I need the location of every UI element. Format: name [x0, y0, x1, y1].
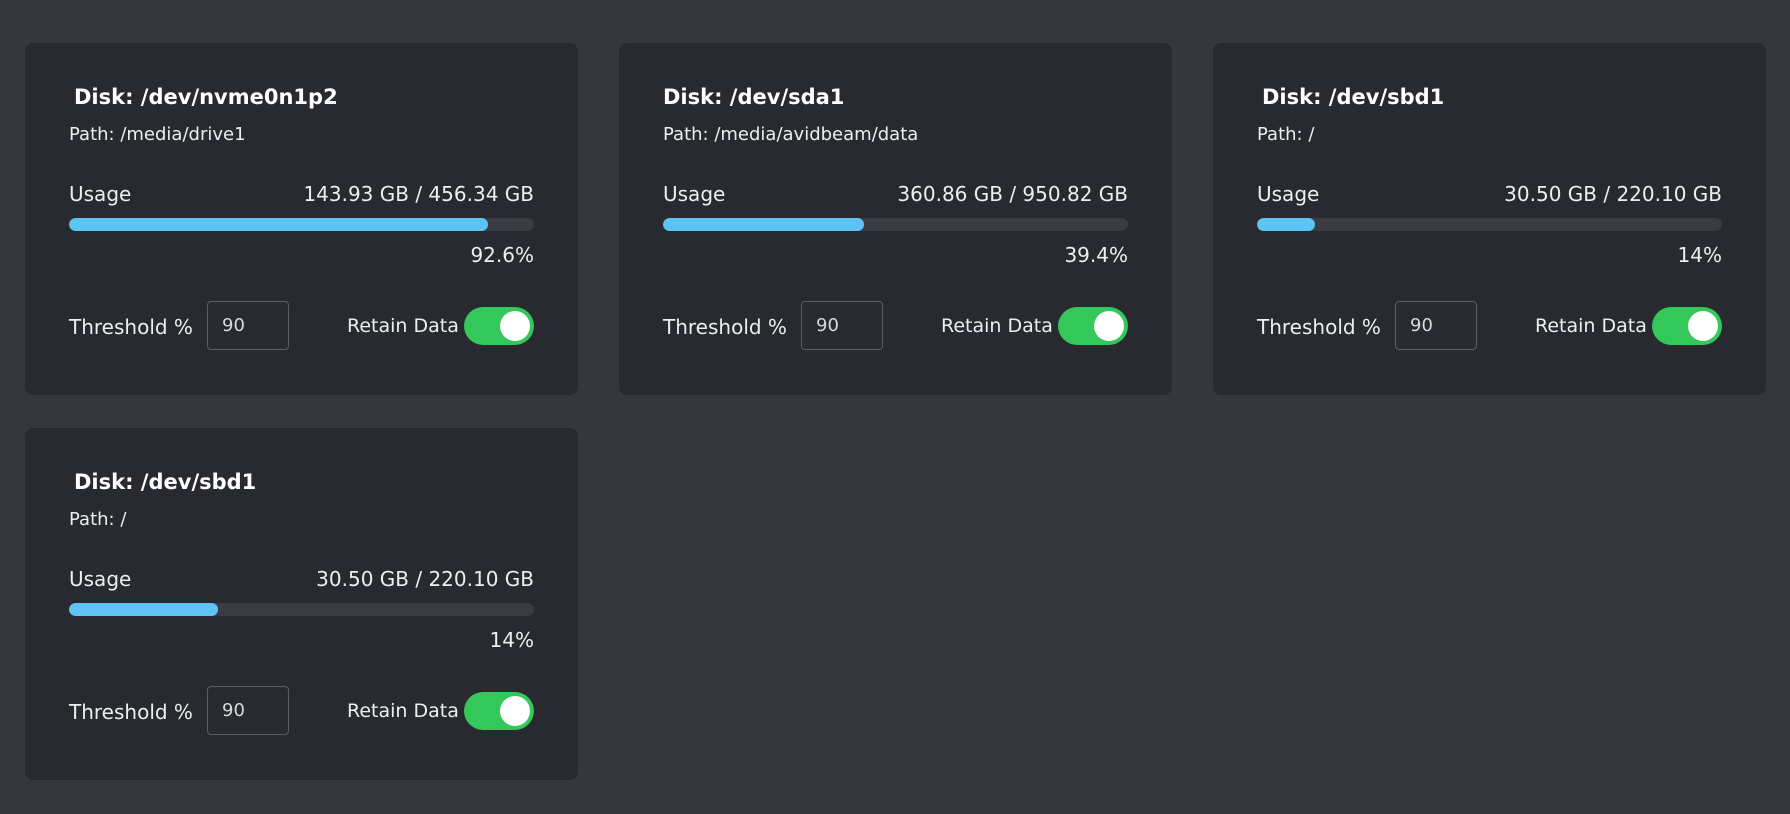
usage-bar-fill [663, 218, 864, 231]
toggle-knob [1094, 311, 1124, 341]
usage-values: 30.50 GB / 220.10 GB [1504, 182, 1722, 206]
usage-bar [1257, 218, 1722, 231]
threshold-input[interactable] [801, 301, 883, 350]
threshold-label: Threshold % [69, 315, 193, 339]
disk-title: Disk: /dev/nvme0n1p2 [74, 85, 338, 109]
threshold-input[interactable] [207, 301, 289, 350]
threshold-label: Threshold % [1257, 315, 1381, 339]
toggle-knob [1688, 311, 1718, 341]
disk-title: Disk: /dev/sbd1 [74, 470, 257, 494]
disk-path: Path: / [1257, 124, 1315, 145]
threshold-label: Threshold % [663, 315, 787, 339]
usage-percent: 39.4% [1064, 243, 1128, 267]
usage-label: Usage [1257, 182, 1320, 206]
disk-card: Disk: /dev/sbd1 Path: / Usage 30.50 GB /… [1213, 43, 1766, 395]
usage-bar [69, 603, 534, 616]
retain-data-label: Retain Data [347, 315, 459, 337]
retain-data-toggle[interactable] [464, 692, 534, 730]
usage-bar-fill [69, 218, 488, 231]
disk-path: Path: / [69, 509, 127, 530]
retain-data-toggle[interactable] [1058, 307, 1128, 345]
toggle-knob [500, 696, 530, 726]
usage-bar [663, 218, 1128, 231]
threshold-label: Threshold % [69, 700, 193, 724]
disk-card: Disk: /dev/nvme0n1p2 Path: /media/drive1… [25, 43, 578, 395]
usage-bar [69, 218, 534, 231]
disk-title: Disk: /dev/sda1 [663, 85, 845, 109]
disk-path: Path: /media/drive1 [69, 124, 246, 145]
toggle-knob [500, 311, 530, 341]
retain-data-label: Retain Data [347, 700, 459, 722]
retain-data-label: Retain Data [1535, 315, 1647, 337]
disk-settings-page: Disk: /dev/nvme0n1p2 Path: /media/drive1… [0, 0, 1790, 814]
usage-percent: 92.6% [470, 243, 534, 267]
usage-bar-fill [69, 603, 218, 616]
usage-values: 360.86 GB / 950.82 GB [897, 182, 1128, 206]
usage-label: Usage [69, 182, 132, 206]
disk-card: Disk: /dev/sbd1 Path: / Usage 30.50 GB /… [25, 428, 578, 780]
usage-percent: 14% [489, 628, 534, 652]
threshold-input[interactable] [207, 686, 289, 735]
retain-data-label: Retain Data [941, 315, 1053, 337]
usage-values: 143.93 GB / 456.34 GB [303, 182, 534, 206]
retain-data-toggle[interactable] [464, 307, 534, 345]
usage-percent: 14% [1677, 243, 1722, 267]
threshold-input[interactable] [1395, 301, 1477, 350]
usage-label: Usage [69, 567, 132, 591]
disk-title: Disk: /dev/sbd1 [1262, 85, 1445, 109]
usage-label: Usage [663, 182, 726, 206]
usage-bar-fill [1257, 218, 1316, 231]
usage-values: 30.50 GB / 220.10 GB [316, 567, 534, 591]
disk-path: Path: /media/avidbeam/data [663, 124, 919, 145]
retain-data-toggle[interactable] [1652, 307, 1722, 345]
disk-card: Disk: /dev/sda1 Path: /media/avidbeam/da… [619, 43, 1172, 395]
